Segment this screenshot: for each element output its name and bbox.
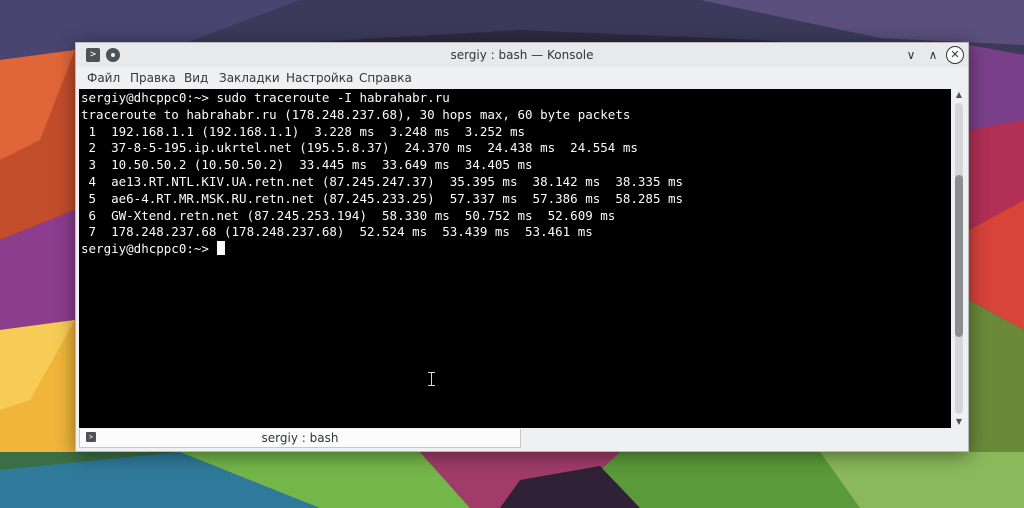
- scroll-track[interactable]: [955, 103, 963, 414]
- terminal-lines: sergiy@dhcppc0:~> sudo traceroute -I hab…: [81, 90, 683, 258]
- menu-item-edit[interactable]: Правка: [130, 67, 176, 89]
- terminal-line: 3 10.50.50.2 (10.50.50.2) 33.445 ms 33.6…: [81, 157, 533, 173]
- terminal-line: 1 192.168.1.1 (192.168.1.1) 3.228 ms 3.2…: [81, 123, 526, 139]
- vertical-scrollbar[interactable]: ▲ ▼: [952, 89, 966, 428]
- terminal-prompt-line[interactable]: sergiy@dhcppc0:~>: [81, 241, 683, 258]
- terminal-line: traceroute to habrahabr.ru (178.248.237.…: [81, 106, 631, 122]
- menu-item-bookmarks[interactable]: Закладки: [219, 67, 280, 89]
- terminal-line: 4 ae13.RT.NTL.KIV.UA.retn.net (87.245.24…: [81, 173, 684, 189]
- menu-item-help[interactable]: Справка: [359, 67, 412, 89]
- menu-bar: Файл Правка Вид Закладки Настройка Справ…: [76, 67, 968, 89]
- terminal-output[interactable]: sergiy@dhcppc0:~> sudo traceroute -I hab…: [79, 89, 951, 428]
- scroll-handle[interactable]: [955, 175, 963, 337]
- chevron-down-icon[interactable]: ∨: [904, 48, 918, 62]
- menu-item-view[interactable]: Вид: [184, 67, 208, 89]
- terminal-line: 7 178.248.237.68 (178.248.237.68) 52.524…: [81, 224, 593, 240]
- ibeam-cursor-icon: [428, 372, 435, 386]
- close-icon[interactable]: ✕: [946, 46, 964, 64]
- terminal-line: 2 37-8-5-195.ip.ukrtel.net (195.5.8.37) …: [81, 140, 638, 156]
- chevron-up-icon[interactable]: ∧: [926, 48, 940, 62]
- scroll-up-icon[interactable]: ▲: [952, 89, 966, 101]
- text-cursor: [217, 241, 226, 256]
- shell-prompt: sergiy@dhcppc0:~>: [81, 241, 217, 257]
- title-bar[interactable]: > sergiy : bash — Konsole ∨ ∧ ✕: [76, 43, 968, 67]
- menu-item-file[interactable]: Файл: [87, 67, 120, 89]
- tab-label: sergiy : bash: [261, 431, 339, 445]
- scroll-down-icon[interactable]: ▼: [952, 416, 966, 428]
- terminal-line: 6 GW-Xtend.retn.net (87.245.253.194) 58.…: [81, 207, 616, 223]
- menu-item-settings[interactable]: Настройка: [286, 67, 353, 89]
- terminal-line: sergiy@dhcppc0:~> sudo traceroute -I hab…: [81, 90, 450, 105]
- tab-sergiy-bash[interactable]: > sergiy : bash: [79, 429, 521, 448]
- tab-bar: > sergiy : bash: [76, 429, 968, 451]
- window-title: sergiy : bash — Konsole: [450, 48, 594, 62]
- konsole-window: > sergiy : bash — Konsole ∨ ∧ ✕ Файл Пра…: [75, 42, 969, 452]
- terminal-line: 5 ae6-4.RT.MR.MSK.RU.retn.net (87.245.23…: [81, 190, 684, 206]
